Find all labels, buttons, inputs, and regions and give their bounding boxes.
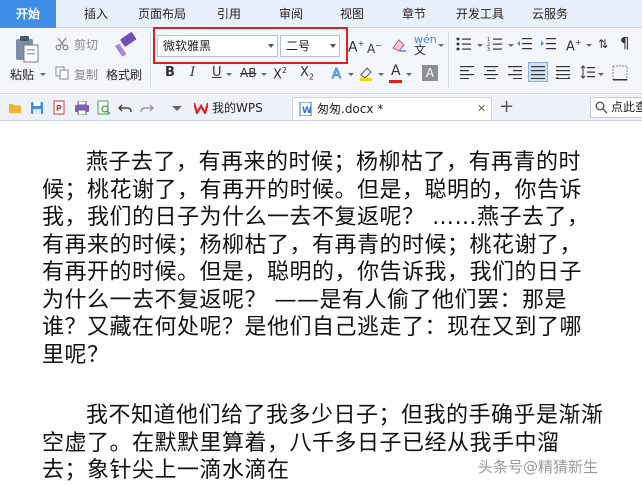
highlight-dropdown-arrow[interactable] xyxy=(378,73,384,76)
tab-page-layout[interactable]: 页面布局 xyxy=(134,0,190,28)
text-effect-dropdown-arrow[interactable] xyxy=(348,73,354,76)
phonetic-dropdown-arrow[interactable] xyxy=(438,44,444,47)
close-icon[interactable]: ✕ xyxy=(477,98,486,120)
case-dropdown-arrow[interactable] xyxy=(586,44,592,47)
align-right-icon[interactable] xyxy=(508,66,523,79)
tab-developer-tools[interactable]: 开发工具 xyxy=(448,0,512,28)
print-preview-icon[interactable] xyxy=(96,100,112,116)
search-placeholder: 点此查 xyxy=(611,100,642,114)
highlight-icon[interactable] xyxy=(358,65,376,81)
tab-my-wps-label: 我的WPS xyxy=(212,101,263,115)
document-paragraph[interactable]: 燕子去了，有再来的时候；杨柳枯了，有再青的时候；桃花谢了，有再开的时候。但是，聪… xyxy=(42,149,604,369)
paste-icon[interactable] xyxy=(12,34,42,64)
format-painter-button[interactable]: 格式刷 xyxy=(106,66,142,83)
bullet-dropdown-arrow[interactable] xyxy=(477,44,483,47)
ribbon-toolbar: 粘贴 剪切 复制 格式刷 微软雅黑 二号 A+ A− wén 文 B I U AB xyxy=(0,27,642,94)
underline-dropdown-arrow[interactable] xyxy=(226,73,232,76)
scissors-icon xyxy=(55,37,69,51)
copy-icon xyxy=(55,66,69,80)
quick-access-dropdown-arrow[interactable] xyxy=(172,106,182,111)
print-icon[interactable] xyxy=(74,101,90,115)
numbered-list-icon[interactable]: 1 2 3 xyxy=(487,37,507,51)
copy-button[interactable]: 复制 xyxy=(74,66,98,83)
tab-home[interactable]: 开始 xyxy=(0,0,56,28)
strike-dropdown-arrow[interactable] xyxy=(261,73,267,76)
phonetic-guide-icon[interactable]: wén 文 xyxy=(414,34,437,56)
increase-indent-icon[interactable] xyxy=(541,37,557,51)
format-painter-icon[interactable] xyxy=(113,32,139,62)
tab-references[interactable]: 引用 xyxy=(207,0,251,28)
document-tab-bar: P 我的WPS W 匆匆.docx * ✕ + 点此查 xyxy=(0,95,642,121)
bullet-list-icon[interactable] xyxy=(456,37,476,51)
word-doc-icon: W xyxy=(299,102,312,116)
numbering-dropdown-arrow[interactable] xyxy=(508,44,514,47)
bold-button[interactable]: B xyxy=(165,65,175,81)
ribbon-separator xyxy=(448,32,449,88)
font-color-swatch xyxy=(389,80,402,83)
subscript-button[interactable]: X2 xyxy=(300,65,314,86)
tab-view[interactable]: 视图 xyxy=(330,0,374,28)
change-case-icon[interactable]: A+ xyxy=(566,35,582,55)
font-color-icon[interactable]: A xyxy=(391,63,401,79)
redo-icon[interactable] xyxy=(140,101,154,115)
borders-icon[interactable] xyxy=(612,65,628,81)
undo-icon[interactable] xyxy=(118,101,132,115)
svg-text:3: 3 xyxy=(487,47,490,51)
decrease-indent-icon[interactable] xyxy=(517,37,533,51)
strikethrough-button[interactable]: AB xyxy=(240,65,256,81)
tab-cloud-service[interactable]: 云服务 xyxy=(523,0,577,28)
search-icon xyxy=(595,101,608,114)
document-canvas[interactable]: 燕子去了，有再来的时候；杨柳枯了，有再青的时候；桃花谢了，有再开的时候。但是，聪… xyxy=(0,122,642,483)
tab-insert[interactable]: 插入 xyxy=(72,0,120,28)
search-input[interactable]: 点此查 xyxy=(590,97,642,118)
cut-button[interactable]: 剪切 xyxy=(74,36,98,53)
svg-text:W: W xyxy=(302,106,312,116)
tab-my-wps[interactable]: 我的WPS xyxy=(186,97,286,120)
svg-text:P: P xyxy=(56,104,62,113)
tab-chapter[interactable]: 章节 xyxy=(392,0,436,28)
wps-logo-icon xyxy=(194,102,208,114)
justify-button[interactable] xyxy=(528,62,548,82)
align-left-icon[interactable] xyxy=(460,66,475,79)
ribbon-separator xyxy=(150,32,151,88)
new-tab-button[interactable]: + xyxy=(499,96,514,117)
svg-text:A: A xyxy=(332,67,341,81)
justify-icon xyxy=(531,66,545,79)
export-pdf-icon[interactable]: P xyxy=(52,100,68,116)
paste-dropdown-arrow[interactable] xyxy=(40,73,46,76)
line-spacing-icon[interactable] xyxy=(580,64,596,80)
superscript-button[interactable]: X2 xyxy=(273,63,287,83)
grow-font-icon[interactable]: A+ xyxy=(348,36,364,56)
char-shading-icon[interactable]: A xyxy=(422,65,438,81)
tab-document[interactable]: W 匆匆.docx * ✕ xyxy=(292,97,492,120)
menu-bar: 开始 插入 页面布局 引用 审阅 视图 章节 开发工具 云服务 xyxy=(0,0,642,28)
font-color-dropdown-arrow[interactable] xyxy=(406,73,412,76)
line-spacing-dropdown-arrow[interactable] xyxy=(598,73,604,76)
save-icon[interactable] xyxy=(30,101,44,115)
clear-format-icon[interactable] xyxy=(391,37,407,53)
text-effect-icon[interactable]: A xyxy=(330,65,346,82)
folder-open-icon[interactable] xyxy=(8,101,22,115)
distributed-align-icon[interactable] xyxy=(556,66,571,79)
text-direction-icon[interactable]: ⇅ xyxy=(598,36,608,52)
font-selector-highlight-frame xyxy=(153,27,348,64)
tab-document-label: 匆匆.docx * xyxy=(317,102,384,116)
watermark: 头条号@精猜新生 xyxy=(478,458,599,476)
paragraph-mark-icon[interactable]: ¶ xyxy=(620,35,630,51)
align-center-icon[interactable] xyxy=(484,66,499,79)
underline-button[interactable]: U xyxy=(212,65,222,81)
paste-button[interactable]: 粘贴 xyxy=(10,66,34,83)
tab-review[interactable]: 审阅 xyxy=(269,0,313,28)
shrink-font-icon[interactable]: A− xyxy=(367,38,382,57)
italic-button[interactable]: I xyxy=(190,65,195,81)
